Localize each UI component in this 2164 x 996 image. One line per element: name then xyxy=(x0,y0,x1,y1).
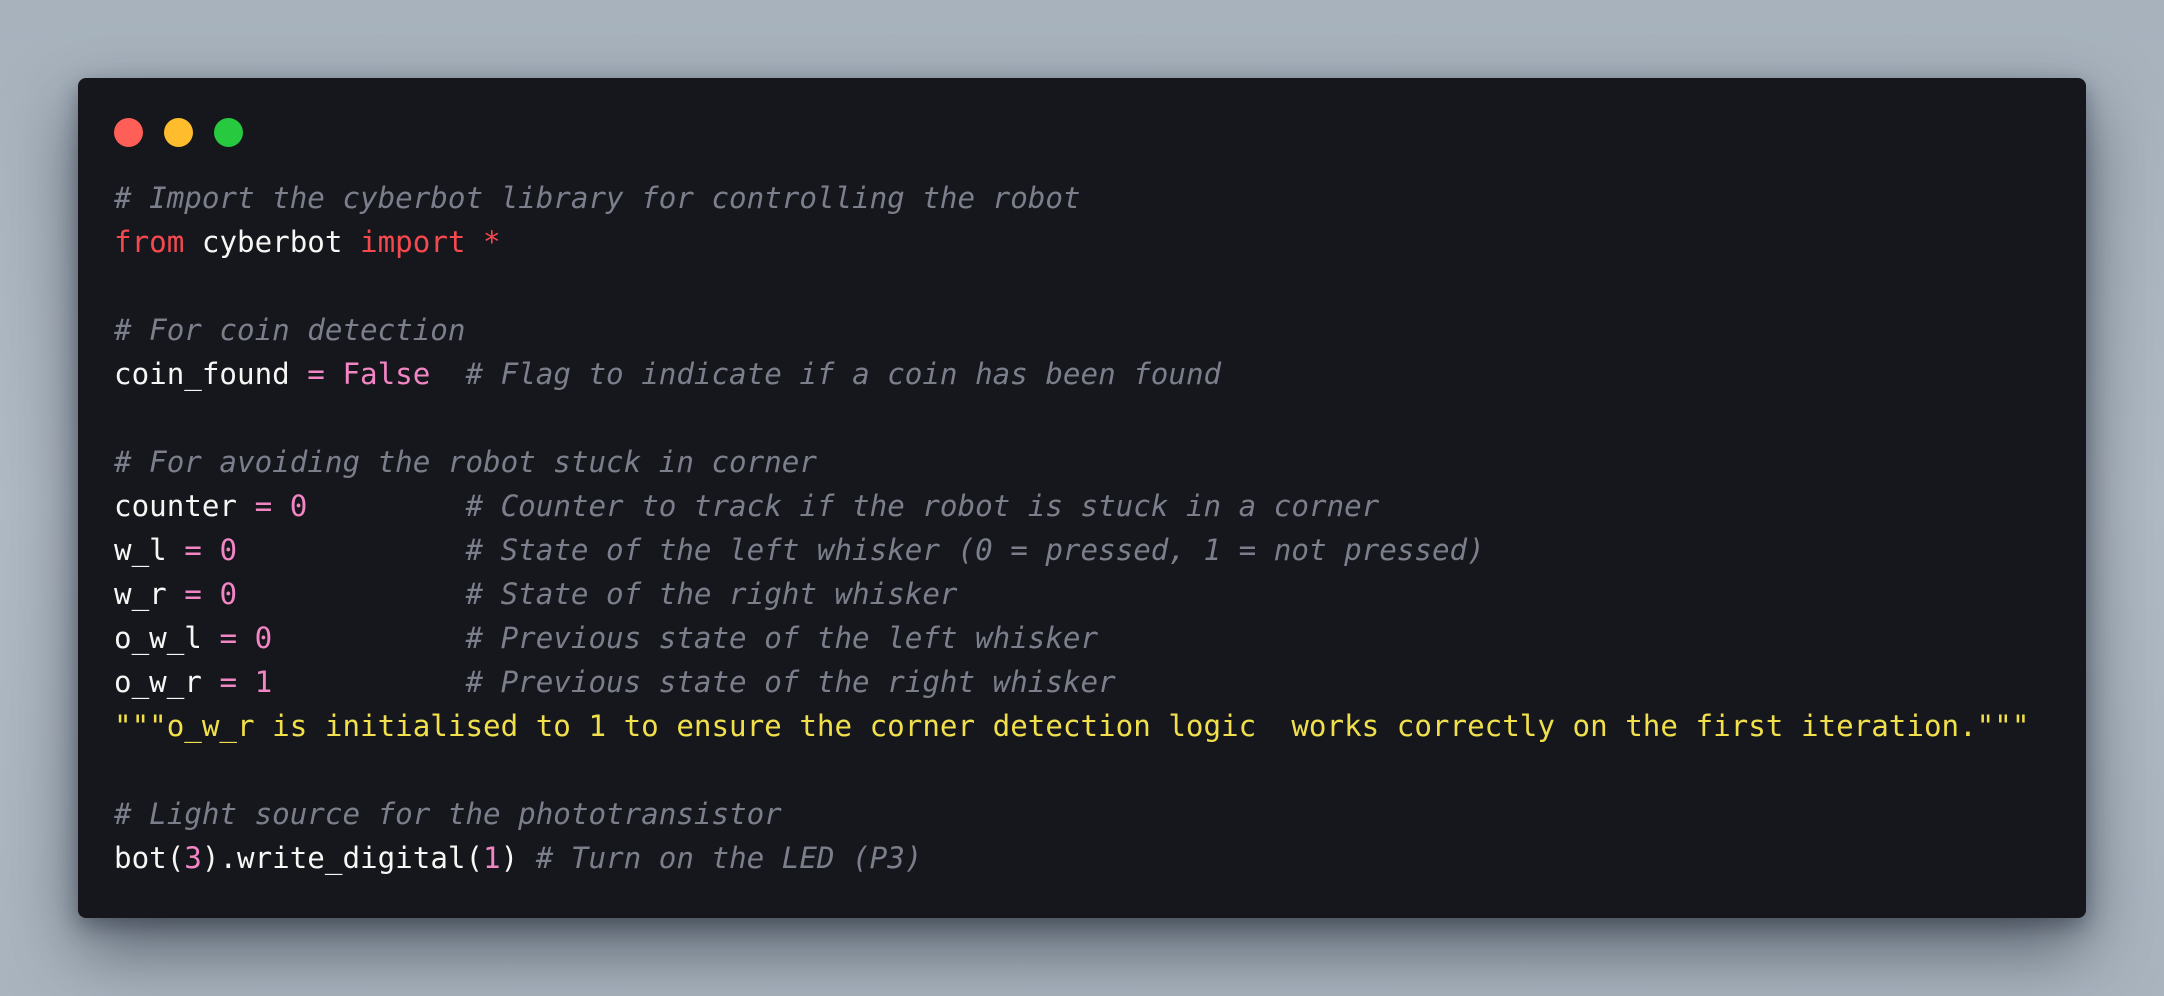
docstring: """o_w_r is initialised to 1 to ensure t… xyxy=(114,709,2030,743)
padding xyxy=(237,577,465,611)
boolean-value: False xyxy=(342,357,431,391)
code-line-12: o_w_r = 1 # Previous state of the right … xyxy=(114,660,2029,704)
comment: # For avoiding the robot stuck in corner xyxy=(114,445,817,479)
code-line-3-blank xyxy=(114,264,2029,308)
comment: # Flag to indicate if a coin has been fo… xyxy=(430,357,1222,391)
variable-name: w_r xyxy=(114,577,167,611)
code-line-5: coin_found = False # Flag to indicate if… xyxy=(114,352,2029,396)
number-value: 0 xyxy=(219,577,238,611)
code-line-14-blank xyxy=(114,748,2029,792)
comment: # State of the right whisker xyxy=(465,577,958,611)
padding xyxy=(237,533,465,567)
number-value: 0 xyxy=(289,489,308,523)
number-value: 0 xyxy=(219,533,238,567)
import-star: * xyxy=(465,225,501,259)
assign-operator: = xyxy=(289,357,343,391)
number-value: 3 xyxy=(184,841,202,875)
code-line-10: w_r = 0 # State of the right whisker xyxy=(114,572,2029,616)
assign-operator: = xyxy=(201,621,255,655)
variable-name: o_w_l xyxy=(114,621,202,655)
keyword-from: from xyxy=(114,225,185,259)
number-value: 1 xyxy=(483,841,501,875)
code-window: # Import the cyberbot library for contro… xyxy=(78,78,2086,918)
comment: # Counter to track if the robot is stuck… xyxy=(465,489,1380,523)
maximize-dot-icon[interactable] xyxy=(214,118,243,147)
variable-name: counter xyxy=(114,489,238,523)
closing-paren: ) xyxy=(500,841,519,875)
assign-operator: = xyxy=(237,489,290,523)
minimize-dot-icon[interactable] xyxy=(164,118,193,147)
comment: # For coin detection xyxy=(114,313,466,347)
assign-operator: = xyxy=(166,577,220,611)
comment: # Previous state of the right whisker xyxy=(465,665,1116,699)
function-call: bot( xyxy=(114,841,185,875)
assign-operator: = xyxy=(166,533,220,567)
code-line-4: # For coin detection xyxy=(114,308,2029,352)
code-line-1: # Import the cyberbot library for contro… xyxy=(114,176,2029,220)
comment: # Light source for the phototransistor xyxy=(114,797,782,831)
code-line-13: """o_w_r is initialised to 1 to ensure t… xyxy=(114,704,2029,748)
variable-name: o_w_r xyxy=(114,665,202,699)
module-name: cyberbot xyxy=(184,225,361,259)
keyword-import: import xyxy=(360,225,466,259)
assign-operator: = xyxy=(201,665,255,699)
code-line-2: from cyberbot import * xyxy=(114,220,2029,264)
code-line-8: counter = 0 # Counter to track if the ro… xyxy=(114,484,2029,528)
comment: # Turn on the LED (P3) xyxy=(518,841,923,875)
padding xyxy=(307,489,465,523)
code-block: # Import the cyberbot library for contro… xyxy=(114,176,2029,880)
code-line-9: w_l = 0 # State of the left whisker (0 =… xyxy=(114,528,2029,572)
code-line-6-blank xyxy=(114,396,2029,440)
padding xyxy=(272,621,465,655)
comment: # Previous state of the left whisker xyxy=(465,621,1099,655)
padding xyxy=(272,665,465,699)
code-line-11: o_w_l = 0 # Previous state of the left w… xyxy=(114,616,2029,660)
number-value: 1 xyxy=(254,665,273,699)
variable-name: w_l xyxy=(114,533,167,567)
comment: # Import the cyberbot library for contro… xyxy=(114,181,1081,215)
code-line-7: # For avoiding the robot stuck in corner xyxy=(114,440,2029,484)
code-line-15: # Light source for the phototransistor xyxy=(114,792,2029,836)
method-call: ).write_digital( xyxy=(201,841,484,875)
close-dot-icon[interactable] xyxy=(114,118,143,147)
variable-name: coin_found xyxy=(114,357,290,391)
number-value: 0 xyxy=(254,621,273,655)
comment: # State of the left whisker (0 = pressed… xyxy=(465,533,1485,567)
code-line-16: bot(3).write_digital(1) # Turn on the LE… xyxy=(114,836,2029,880)
